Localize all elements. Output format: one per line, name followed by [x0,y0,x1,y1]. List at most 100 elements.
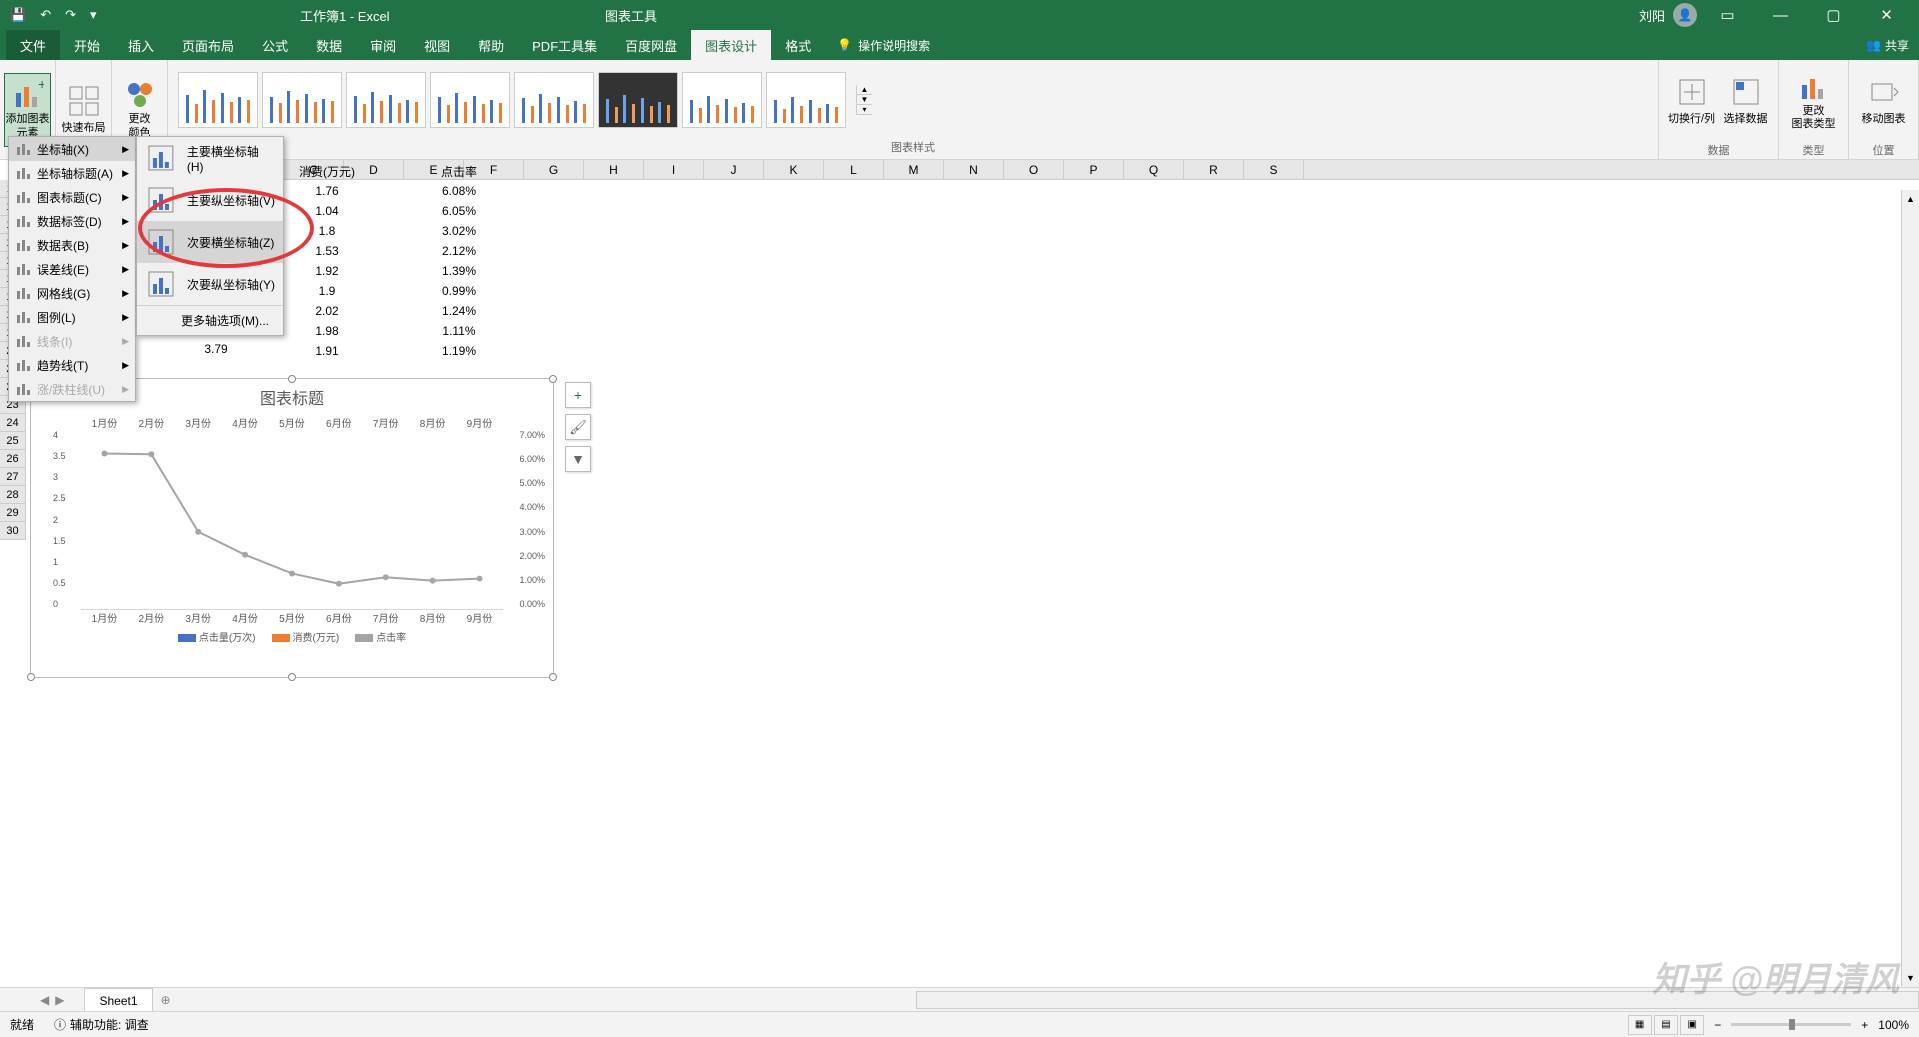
scroll-up-icon[interactable]: ▲ [1902,190,1919,208]
menu-item[interactable]: 图例(L)▶ [9,305,135,329]
chart-plot-area[interactable]: 00.511.522.533.54 0.00%1.00%2.00%3.00%4.… [81,430,503,610]
tab-pagelayout[interactable]: 页面布局 [168,30,248,60]
legend-item-3[interactable]: 点击率 [355,629,406,644]
handle-t[interactable] [288,375,296,383]
menu-item[interactable]: 数据表(B)▶ [9,233,135,257]
col-header[interactable]: R [1184,160,1244,179]
share-button[interactable]: 👥 共享 [1866,30,1909,60]
sheet-prev-icon[interactable]: ◀ [40,993,49,1007]
submenu-item[interactable]: 次要纵坐标轴(Y) [137,263,283,305]
col-header[interactable]: P [1064,160,1124,179]
handle-br[interactable] [549,673,557,681]
chart-style-3[interactable] [346,72,426,128]
undo-icon[interactable]: ↶ [40,7,51,23]
redo-icon[interactable]: ↷ [65,7,76,23]
tab-format[interactable]: 格式 [771,30,825,60]
row-header[interactable]: 24 [0,414,25,432]
horizontal-scrollbar[interactable] [916,991,1919,1009]
handle-bl[interactable] [27,673,35,681]
chart-style-6[interactable] [598,72,678,128]
row-header[interactable]: 30 [0,522,25,540]
menu-item[interactable]: 坐标轴标题(A)▶ [9,161,135,185]
cell[interactable]: 6.08% [394,182,524,200]
secondary-y-axis[interactable]: 0.00%1.00%2.00%3.00%4.00%5.00%6.00%7.00% [519,430,545,609]
switch-rowcol-button[interactable]: 切换行/列 [1667,64,1717,138]
row-header[interactable]: 26 [0,450,25,468]
chart-legend[interactable]: 点击量(万次) 消费(万元) 点击率 [31,625,553,644]
row-header[interactable]: 29 [0,504,25,522]
tab-insert[interactable]: 插入 [114,30,168,60]
col-header[interactable]: K [764,160,824,179]
primary-x-axis[interactable]: 1月份2月份3月份4月份5月份6月份7月份8月份9月份 [31,610,553,625]
close-icon[interactable]: ✕ [1864,0,1909,30]
expand-gallery-icon[interactable]: ▾ [857,105,872,115]
save-icon[interactable]: 💾 [10,7,26,23]
handle-tr[interactable] [549,375,557,383]
legend-item-2[interactable]: 消费(万元) [272,629,340,644]
chart-object[interactable]: 图表标题 1月份2月份3月份4月份5月份6月份7月份8月份9月份 00.511.… [30,378,554,678]
scroll-up-icon[interactable]: ▲ [857,85,872,95]
tab-home[interactable]: 开始 [60,30,114,60]
tab-help[interactable]: 帮助 [464,30,518,60]
zoom-out-icon[interactable]: − [1714,1018,1721,1032]
row-header[interactable]: 25 [0,432,25,450]
cell[interactable]: 2.12% [394,242,524,260]
chart-style-4[interactable] [430,72,510,128]
cell[interactable]: 1.11% [394,322,524,340]
col-header[interactable]: N [944,160,1004,179]
cell[interactable]: 1.24% [394,302,524,320]
cell[interactable]: 3.02% [394,222,524,240]
submenu-item[interactable]: 次要横坐标轴(Z) [137,221,283,263]
row-header[interactable]: 28 [0,486,25,504]
primary-y-axis[interactable]: 00.511.522.533.54 [53,430,66,609]
move-chart-button[interactable]: 移动图表 [1859,64,1909,138]
tab-formulas[interactable]: 公式 [248,30,302,60]
vertical-scrollbar[interactable]: ▲ ▼ [1901,190,1919,987]
scroll-down-icon[interactable]: ▼ [857,95,872,105]
cell[interactable]: 3.79 [166,342,266,360]
menu-item[interactable]: 图表标题(C)▶ [9,185,135,209]
add-sheet-icon[interactable]: ⊕ [161,993,171,1007]
secondary-x-axis[interactable]: 1月份2月份3月份4月份5月份6月份7月份8月份9月份 [31,415,553,430]
cell[interactable]: 1.19% [394,342,524,360]
scroll-down-icon[interactable]: ▼ [1902,969,1919,987]
col-header[interactable]: L [824,160,884,179]
menu-item[interactable]: 网格线(G)▶ [9,281,135,305]
user-name[interactable]: 刘阳 [1639,6,1665,25]
page-break-view-icon[interactable]: ▣ [1680,1015,1704,1035]
qat-more-icon[interactable]: ▾ [90,7,97,23]
ribbon-display-icon[interactable]: ▭ [1705,0,1750,30]
zoom-slider[interactable] [1731,1023,1851,1026]
submenu-item[interactable]: 主要横坐标轴(H) [137,137,283,179]
row-header[interactable]: 27 [0,468,25,486]
sheet-tab-1[interactable]: Sheet1 [84,988,152,1012]
chart-style-1[interactable] [178,72,258,128]
tab-data[interactable]: 数据 [302,30,356,60]
more-axis-options[interactable]: 更多轴选项(M)... [137,305,283,335]
cell[interactable]: 1.39% [394,262,524,280]
change-chart-type-button[interactable]: 更改 图表类型 [1789,64,1839,138]
col-header[interactable]: Q [1124,160,1184,179]
menu-item[interactable]: 数据标签(D)▶ [9,209,135,233]
sheet-next-icon[interactable]: ▶ [55,993,64,1007]
menu-item[interactable]: 误差线(E)▶ [9,257,135,281]
col-header[interactable]: M [884,160,944,179]
tab-chartdesign[interactable]: 图表设计 [691,30,771,60]
legend-item-1[interactable]: 点击量(万次) [178,629,256,644]
chart-elements-button[interactable]: + [565,382,591,408]
maximize-icon[interactable]: ▢ [1811,0,1856,30]
chart-style-2[interactable] [262,72,342,128]
zoom-in-icon[interactable]: + [1861,1018,1868,1032]
col-header[interactable]: O [1004,160,1064,179]
select-data-button[interactable]: 选择数据 [1721,64,1771,138]
page-layout-view-icon[interactable]: ▤ [1654,1015,1678,1035]
normal-view-icon[interactable]: ▦ [1628,1015,1652,1035]
chart-styles-button[interactable]: 🖌 [565,414,591,440]
menu-item[interactable]: 坐标轴(X)▶ [9,137,135,161]
tab-pdf[interactable]: PDF工具集 [518,30,611,60]
user-avatar-icon[interactable]: 👤 [1673,3,1697,27]
zoom-level[interactable]: 100% [1878,1018,1909,1032]
chart-style-7[interactable] [682,72,762,128]
menu-item[interactable]: 趋势线(T)▶ [9,353,135,377]
handle-b[interactable] [288,673,296,681]
